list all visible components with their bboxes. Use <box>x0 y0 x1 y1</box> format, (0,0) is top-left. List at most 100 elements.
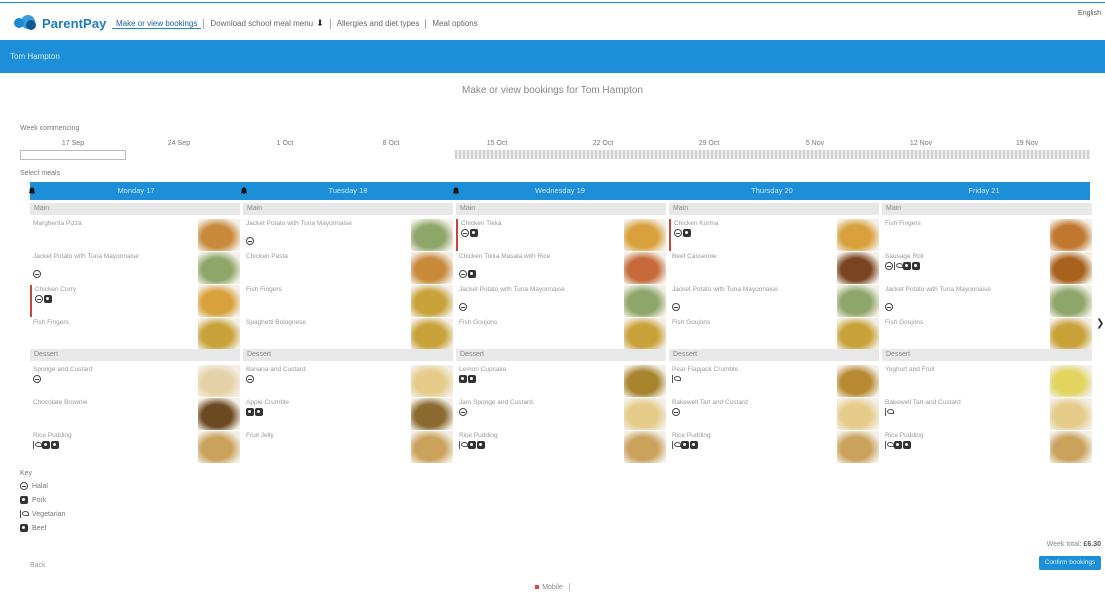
meal-name: Chicken Tikka <box>461 220 502 227</box>
meal-name: Fish Fingers <box>246 286 282 293</box>
meal-diet-icons <box>674 229 691 237</box>
halal-icon <box>461 229 469 237</box>
week-option[interactable]: 19 Nov <box>974 140 1080 147</box>
meal-option[interactable]: Sponge and Custard <box>30 365 242 397</box>
brand-name: ParentPay <box>42 15 107 31</box>
mobile-link[interactable]: Mobile <box>542 584 563 591</box>
pork-icon <box>690 441 698 449</box>
meal-option[interactable]: Yoghurt and Fruit <box>882 365 1094 397</box>
meal-name: Banana and Custard <box>246 366 306 373</box>
meal-option[interactable]: Chicken Tikka Masala with Rice <box>456 252 668 284</box>
legend-item: Halal <box>20 479 65 493</box>
meal-option[interactable]: Bakewell Tart and Custard <box>669 398 881 430</box>
week-option[interactable]: 24 Sep <box>126 140 232 147</box>
meal-name: Fish Goujons <box>672 319 711 326</box>
meal-name: Jacket Potato with Tuna Mayonnaise <box>459 286 565 293</box>
meal-name: Chicken Pasta <box>246 253 288 260</box>
section-header-dessert: Dessert <box>456 349 666 361</box>
meal-option[interactable]: Lemon Cupcake <box>456 365 668 397</box>
pork-icon <box>903 441 911 449</box>
meal-option[interactable]: Beef Casserole <box>669 252 881 284</box>
pork-icon <box>468 441 476 449</box>
meal-option[interactable]: Pear Flapjack Crumble <box>669 365 881 397</box>
top-navbar: ParentPay Make or view bookings Download… <box>0 6 1105 38</box>
day-label: Wednesday 19 <box>535 186 585 195</box>
meal-option[interactable]: Margherita Pizza <box>30 219 242 251</box>
meal-diet-icons <box>885 408 894 416</box>
meal-option[interactable]: Fish Fingers <box>243 285 455 317</box>
meal-option[interactable]: Rice Pudding <box>456 431 668 463</box>
week-option[interactable]: 15 Oct <box>444 140 550 147</box>
nav-divider <box>425 18 427 29</box>
meal-option[interactable]: Chicken Pasta <box>243 252 455 284</box>
day-header: Wednesday 19 <box>452 182 666 200</box>
meal-option[interactable]: Jacket Potato with Tuna Mayonnaise <box>456 285 668 317</box>
meal-option[interactable]: Apple Crumble <box>243 398 455 430</box>
legend-title: Key <box>20 470 33 477</box>
meal-option[interactable]: Chocolate Brownie <box>30 398 242 430</box>
day-column: Main Chicken Korma Beef Casserole Jacket Po… <box>669 203 882 465</box>
meal-option[interactable]: Fruit Jelly <box>243 431 455 463</box>
meal-option[interactable]: Fish Fingers <box>30 318 242 350</box>
meal-option[interactable]: Fish Goujons <box>669 318 881 350</box>
meal-option[interactable]: Sausage Roll <box>882 252 1094 284</box>
vegetarian-icon <box>885 408 894 416</box>
meal-option[interactable]: Rice Pudding <box>882 431 1094 463</box>
meal-option[interactable]: Rice Pudding <box>669 431 881 463</box>
meal-option[interactable]: Chicken Korma <box>669 219 881 251</box>
meal-name: Fish Goujons <box>885 319 924 326</box>
top-accent-line <box>0 2 1105 3</box>
halal-icon <box>246 237 254 245</box>
vegetarian-icon <box>672 441 681 449</box>
meal-name: Jacket Potato with Tuna Mayonnaise <box>33 253 139 260</box>
meal-diet-icons <box>459 408 467 416</box>
week-option[interactable]: 8 Oct <box>338 140 444 147</box>
day-header: Friday 21 <box>878 182 1090 200</box>
meal-option[interactable]: Jacket Potato with Tuna Mayonnaise <box>30 252 242 284</box>
meal-option[interactable]: Jacket Potato with Tuna Mayonnaise <box>243 219 455 251</box>
nav-make-bookings[interactable]: Make or view bookings <box>112 19 202 29</box>
meal-photo <box>837 219 879 251</box>
meal-option[interactable]: Chicken Tikka <box>456 219 668 251</box>
meal-option[interactable]: Spaghetti Bolognese <box>243 318 455 350</box>
week-option[interactable]: 5 Nov <box>762 140 868 147</box>
language-selector[interactable]: English <box>1078 10 1101 17</box>
nav-meal-options[interactable]: Meal options <box>428 19 481 28</box>
meal-option[interactable]: Fish Goujons <box>456 318 668 350</box>
nav-divider <box>329 18 331 29</box>
meal-option[interactable]: Jacket Potato with Tuna Mayonnaise <box>669 285 881 317</box>
week-option[interactable]: 12 Nov <box>868 140 974 147</box>
back-link[interactable]: Back <box>30 562 46 569</box>
chevron-right-icon[interactable]: ❯ <box>1096 318 1104 329</box>
week-option[interactable]: 17 Sep <box>20 140 126 147</box>
parentpay-logo[interactable]: ParentPay <box>14 14 107 32</box>
meal-name: Apple Crumble <box>246 399 289 406</box>
meal-option[interactable]: Banana and Custard <box>243 365 455 397</box>
meal-option[interactable]: Fish Goujons <box>882 318 1094 350</box>
week-option[interactable]: 29 Oct <box>656 140 762 147</box>
meal-option[interactable]: Bakewell Tart and Custard <box>882 398 1094 430</box>
nav-download-menu[interactable]: Download school meal menu ⬇ <box>206 18 327 29</box>
meal-name: Jacket Potato with Tuna Mayonnaise <box>672 286 778 293</box>
meal-option[interactable]: Jacket Potato with Tuna Mayonnaise <box>882 285 1094 317</box>
confirm-bookings-button[interactable]: Confirm bookings <box>1039 556 1101 570</box>
meal-photo <box>1050 219 1092 251</box>
nav-allergies[interactable]: Allergies and diet types <box>333 19 424 28</box>
meal-option[interactable]: Rice Pudding <box>30 431 242 463</box>
meal-name: Sponge and Custard <box>33 366 93 373</box>
meal-name: Sausage Roll <box>885 253 924 260</box>
meal-diet-icons <box>885 303 893 311</box>
meal-option[interactable]: Fish Fingers <box>882 219 1094 251</box>
meal-option[interactable]: Jam Sponge and Custard <box>456 398 668 430</box>
halal-icon <box>459 408 467 416</box>
week-option[interactable]: 1 Oct <box>232 140 338 147</box>
meal-name: Fruit Jelly <box>246 432 274 439</box>
meal-name: Chicken Curry <box>35 286 77 293</box>
week-option[interactable]: 22 Oct <box>550 140 656 147</box>
section-header-dessert: Dessert <box>243 349 453 361</box>
vegetarian-icon <box>20 510 29 518</box>
bell-icon <box>452 184 460 195</box>
footer-divider <box>568 583 570 591</box>
meal-option[interactable]: Chicken Curry <box>30 285 242 317</box>
legend-label: Vegetarian <box>32 510 66 518</box>
